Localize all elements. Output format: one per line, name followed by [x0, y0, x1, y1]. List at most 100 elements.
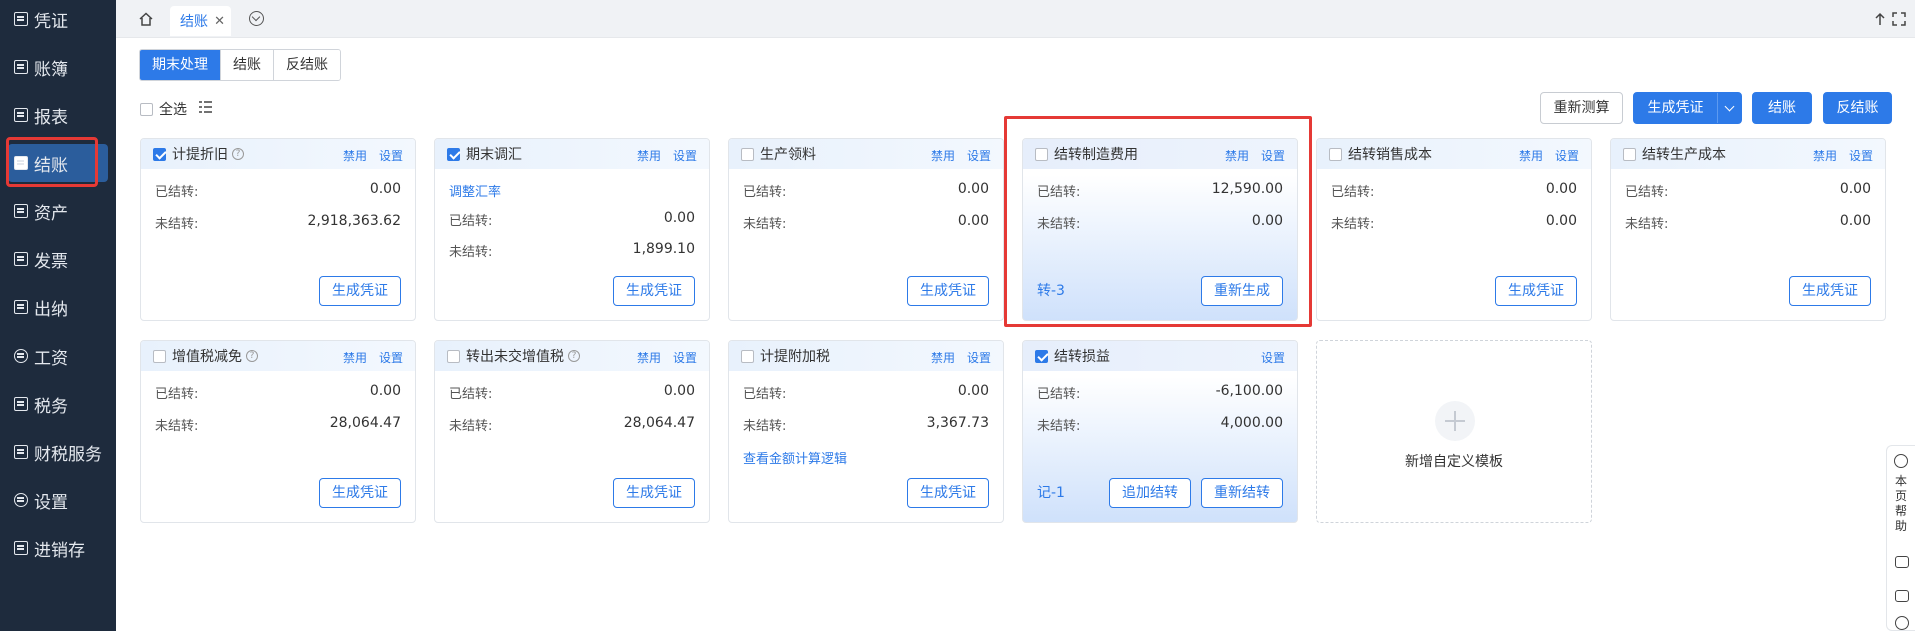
settings-link[interactable]: 设置 — [1555, 149, 1579, 163]
card-checkbox[interactable] — [741, 349, 754, 363]
tab-closing[interactable]: 结账 ✕ — [170, 6, 231, 36]
retransfer-button[interactable]: 重新结转 — [1201, 478, 1283, 508]
card-sales-cost: 结转销售成本 禁用 设置 已结转: 0.00 未结转: 0.00 生成凭证 — [1316, 138, 1592, 321]
card-manufacturing-overhead: 结转制造费用 禁用 设置 已结转: 12,590.00 未结转: 0.00 转-3 重… — [1022, 138, 1298, 321]
nav-item-voucher[interactable]: 凭证 — [8, 0, 108, 38]
done-value: 0.00 — [1545, 181, 1577, 197]
recalc-button[interactable]: 重新测算 — [1540, 92, 1623, 124]
settings-link[interactable]: 设置 — [673, 149, 697, 163]
settings-link[interactable]: 设置 — [1261, 351, 1285, 365]
append-transfer-button[interactable]: 追加结转 — [1109, 478, 1191, 508]
nav-item-settings[interactable]: 设置 — [8, 481, 108, 519]
generate-voucher-button[interactable]: 生成凭证 — [1789, 276, 1871, 306]
pending-value: 2,918,363.62 — [307, 213, 401, 229]
pending-value: 28,064.47 — [329, 415, 401, 431]
gift-icon[interactable] — [1895, 590, 1909, 602]
ledger-icon — [14, 60, 28, 74]
generate-voucher-button[interactable]: 生成凭证 — [907, 478, 989, 508]
voucher-number-link[interactable]: 转-3 — [1037, 280, 1065, 300]
tab-bar: 结账 ✕ — [116, 0, 1915, 38]
disable-link[interactable]: 禁用 — [1519, 149, 1543, 163]
done-value: -6,100.00 — [1215, 383, 1283, 399]
seg-reverse-close[interactable]: 反结账 — [273, 50, 340, 80]
generate-voucher-button[interactable]: 生成凭证 — [1633, 92, 1742, 124]
regenerate-button[interactable]: 重新生成 — [1201, 276, 1283, 306]
disable-link[interactable]: 禁用 — [637, 149, 661, 163]
pending-value: 28,064.47 — [623, 415, 695, 431]
chevron-down-icon[interactable] — [1717, 93, 1741, 123]
disable-link[interactable]: 禁用 — [931, 351, 955, 365]
calc-logic-link[interactable]: 查看金额计算逻辑 — [743, 448, 847, 467]
card-depreciation: 计提折旧 ? 禁用 设置 已结转: 0.00 未结转: 2,918,363.62 生成… — [140, 138, 416, 321]
generate-voucher-button[interactable]: 生成凭证 — [907, 276, 989, 306]
nav-item-tax[interactable]: 税务 — [8, 385, 108, 423]
card-checkbox[interactable] — [447, 349, 460, 363]
nav-item-ledger[interactable]: 账簿 — [8, 48, 108, 86]
list-settings-icon[interactable] — [198, 100, 213, 114]
voucher-number-link[interactable]: 记-1 — [1037, 482, 1065, 502]
disable-link[interactable]: 禁用 — [1813, 149, 1837, 163]
card-checkbox[interactable] — [447, 147, 460, 161]
help-sidebar[interactable]: 本页帮助 — [1886, 445, 1915, 631]
seg-period-end[interactable]: 期末处理 — [140, 50, 220, 80]
settings-icon — [14, 493, 28, 507]
generate-voucher-button[interactable]: 生成凭证 — [319, 276, 401, 306]
card-checkbox[interactable] — [153, 349, 166, 363]
help-icon[interactable]: ? — [232, 148, 244, 160]
nav-item-report[interactable]: 报表 — [8, 96, 108, 134]
close-account-button[interactable]: 结账 — [1752, 92, 1812, 124]
disable-link[interactable]: 禁用 — [637, 351, 661, 365]
disable-link[interactable]: 禁用 — [343, 351, 367, 365]
card-checkbox[interactable] — [1035, 147, 1048, 161]
generate-voucher-button[interactable]: 生成凭证 — [1495, 276, 1577, 306]
nav-item-inventory[interactable]: 进销存 — [8, 529, 108, 567]
card-checkbox[interactable] — [153, 147, 166, 161]
card-checkbox[interactable] — [1329, 147, 1342, 161]
add-template-card[interactable]: 新增自定义模板 — [1316, 340, 1592, 523]
settings-link[interactable]: 设置 — [967, 149, 991, 163]
disable-link[interactable]: 禁用 — [343, 149, 367, 163]
expand-icon[interactable] — [1895, 616, 1909, 630]
nav-item-service[interactable]: 财税服务 — [8, 433, 108, 471]
card-checkbox[interactable] — [1035, 349, 1048, 363]
invoice-icon — [14, 252, 28, 266]
disable-link[interactable]: 禁用 — [1225, 149, 1249, 163]
settings-link[interactable]: 设置 — [1261, 149, 1285, 163]
generate-voucher-button[interactable]: 生成凭证 — [319, 478, 401, 508]
arrow-up-icon[interactable] — [1873, 12, 1887, 26]
settings-link[interactable]: 设置 — [673, 351, 697, 365]
fullscreen-icon[interactable] — [1892, 12, 1906, 26]
settings-link[interactable]: 设置 — [379, 351, 403, 365]
seg-close[interactable]: 结账 — [220, 50, 273, 80]
help-icon[interactable]: ? — [568, 350, 580, 362]
done-value: 0.00 — [663, 383, 695, 399]
generate-voucher-button[interactable]: 生成凭证 — [613, 478, 695, 508]
nav-item-invoice[interactable]: 发票 — [8, 240, 108, 278]
adjust-rate-link[interactable]: 调整汇率 — [449, 181, 501, 200]
card-transfer-vat: 转出未交增值税 ? 禁用 设置 已结转: 0.00 未结转: 28,064.47 生成… — [434, 340, 710, 523]
help-icon[interactable]: ? — [246, 350, 258, 362]
home-icon[interactable] — [138, 11, 154, 27]
nav-item-cashier[interactable]: 出纳 — [8, 288, 108, 326]
settings-link[interactable]: 设置 — [1849, 149, 1873, 163]
chevron-down-icon[interactable] — [249, 11, 264, 26]
done-value: 0.00 — [957, 181, 989, 197]
reverse-close-button[interactable]: 反结账 — [1823, 92, 1892, 124]
settings-link[interactable]: 设置 — [967, 351, 991, 365]
nav-item-salary[interactable]: 工资 — [8, 337, 108, 375]
disable-link[interactable]: 禁用 — [931, 149, 955, 163]
done-value: 0.00 — [369, 383, 401, 399]
nav-item-asset[interactable]: 资产 — [8, 192, 108, 230]
generate-voucher-button[interactable]: 生成凭证 — [613, 276, 695, 306]
help-circle-icon — [1894, 454, 1908, 468]
settings-link[interactable]: 设置 — [379, 149, 403, 163]
close-icon[interactable]: ✕ — [214, 14, 225, 29]
asset-icon — [14, 204, 28, 218]
card-checkbox[interactable] — [1623, 147, 1636, 161]
card-checkbox[interactable] — [741, 147, 754, 161]
chat-icon[interactable] — [1895, 556, 1909, 568]
select-all-checkbox[interactable] — [140, 102, 153, 116]
select-all[interactable]: 全选 — [140, 99, 187, 119]
plus-icon — [1435, 401, 1475, 441]
done-value: 0.00 — [663, 210, 695, 226]
